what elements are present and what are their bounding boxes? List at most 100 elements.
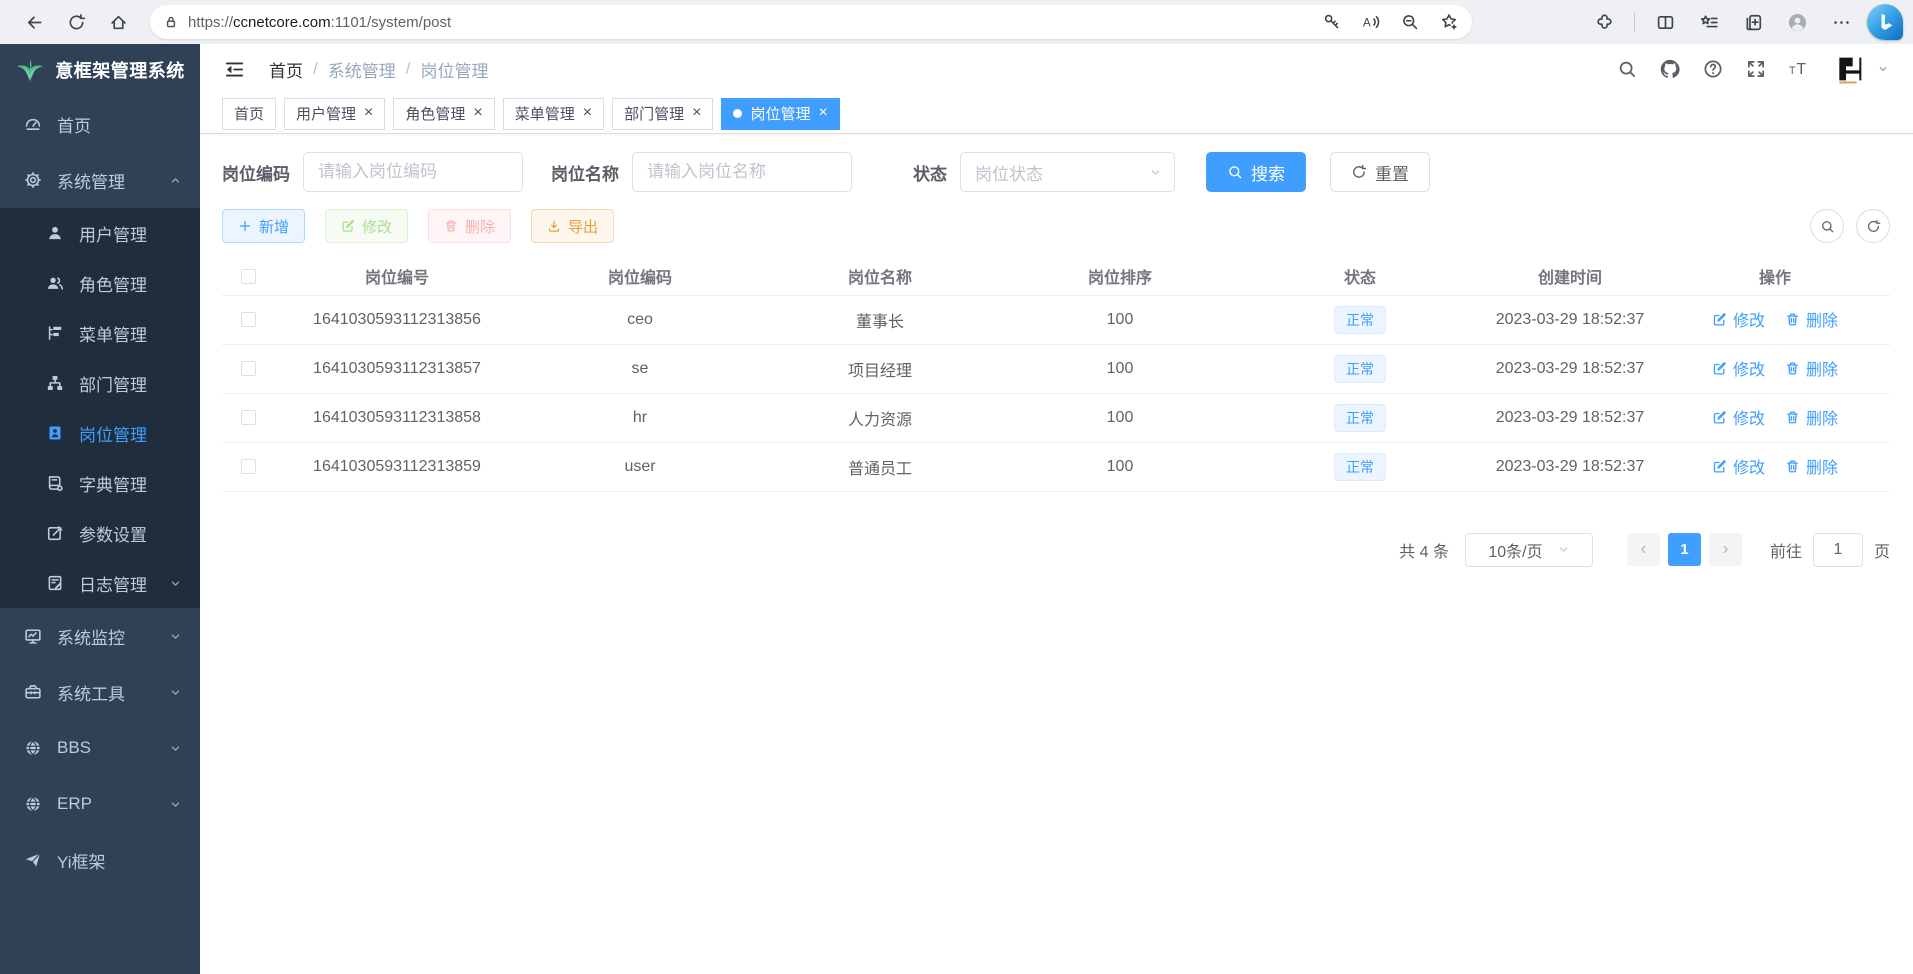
users-icon [46, 274, 64, 292]
sidebar-item-user-mgmt[interactable]: 用户管理 [0, 208, 200, 258]
sidebar-item-home[interactable]: 首页 [0, 96, 200, 152]
post-sort-cell: 100 [1000, 442, 1240, 491]
svg-text:A: A [1363, 15, 1371, 29]
globe-icon [24, 739, 42, 757]
app-logo: 意框架管理系统 [0, 44, 200, 96]
row-delete-button[interactable]: 删除 [1785, 356, 1838, 380]
row-checkbox[interactable] [241, 312, 256, 327]
row-edit-button[interactable]: 修改 [1712, 307, 1765, 331]
sidebar: 意框架管理系统 首页系统管理用户管理角色管理菜单管理部门管理岗位管理字典管理参数… [0, 44, 200, 974]
created-time-cell: 2023-03-29 18:52:37 [1480, 344, 1660, 393]
row-delete-button[interactable]: 删除 [1785, 307, 1838, 331]
row-checkbox[interactable] [241, 361, 256, 376]
chevron-left-icon [1637, 543, 1650, 556]
user-avatar-menu[interactable] [1832, 51, 1889, 87]
sidebar-item-system-mgmt[interactable]: 系统管理 [0, 152, 200, 208]
row-edit-button[interactable]: 修改 [1712, 405, 1765, 429]
row-checkbox[interactable] [241, 410, 256, 425]
browser-profile-avatar[interactable] [1779, 5, 1815, 39]
header-search-icon[interactable] [1617, 59, 1637, 79]
post-name-input[interactable] [632, 152, 852, 192]
prev-page-button[interactable] [1627, 533, 1660, 566]
export-button[interactable]: 导出 [531, 209, 614, 243]
sidebar-item-system-monitor[interactable]: 系统监控 [0, 608, 200, 664]
zoom-out-icon[interactable] [1395, 8, 1425, 36]
font-size-icon[interactable]: TT [1789, 59, 1809, 79]
sidebar-item-menu-mgmt[interactable]: 菜单管理 [0, 308, 200, 358]
close-tab-icon[interactable]: × [473, 105, 482, 121]
sidebar-item-role-mgmt[interactable]: 角色管理 [0, 258, 200, 308]
select-all-checkbox[interactable] [241, 269, 256, 284]
browser-settings-menu[interactable] [1823, 5, 1859, 39]
leaf-logo-icon [15, 57, 45, 83]
sidebar-item-yi-framework[interactable]: Yi框架 [0, 832, 200, 888]
row-delete-button[interactable]: 删除 [1785, 454, 1838, 478]
fullscreen-icon[interactable] [1746, 59, 1766, 79]
created-time-cell: 2023-03-29 18:52:37 [1480, 393, 1660, 442]
sidebar-item-label: 系统监控 [57, 624, 125, 649]
tab-home[interactable]: 首页 [222, 98, 276, 130]
search-button[interactable]: 搜索 [1206, 152, 1306, 192]
toolbar-divider [1634, 12, 1635, 32]
sidebar-item-erp[interactable]: ERP [0, 776, 200, 832]
sidebar-item-param-settings[interactable]: 参数设置 [0, 508, 200, 558]
page-number-button[interactable]: 1 [1668, 533, 1701, 566]
status-select[interactable]: 岗位状态 [960, 152, 1175, 192]
edit-button[interactable]: 修改 [325, 209, 408, 243]
next-page-button[interactable] [1709, 533, 1742, 566]
post-id-cell: 1641030593112313856 [274, 295, 520, 344]
extensions-icon[interactable] [1586, 5, 1622, 39]
tab-post-mgmt[interactable]: 岗位管理× [721, 98, 839, 130]
chevron-down-icon [169, 686, 182, 699]
browser-toolbar: https://ccnetcore.com:1101/system/post A [0, 0, 1913, 44]
sidebar-item-label: 首页 [57, 112, 91, 137]
github-icon[interactable] [1660, 59, 1680, 79]
browser-back-button[interactable] [16, 5, 52, 39]
sidebar-item-bbs[interactable]: BBS [0, 720, 200, 776]
row-delete-button[interactable]: 删除 [1785, 405, 1838, 429]
address-bar[interactable]: https://ccnetcore.com:1101/system/post A [150, 5, 1472, 39]
split-screen-icon[interactable] [1647, 5, 1683, 39]
sidebar-item-post-mgmt[interactable]: 岗位管理 [0, 408, 200, 458]
delete-button[interactable]: 删除 [428, 209, 511, 243]
collections-icon[interactable] [1735, 5, 1771, 39]
reset-button[interactable]: 重置 [1330, 152, 1430, 192]
browser-home-button[interactable] [100, 5, 136, 39]
close-tab-icon[interactable]: × [692, 105, 701, 121]
refresh-table-button[interactable] [1856, 209, 1890, 243]
read-aloud-icon[interactable]: A [1356, 8, 1386, 36]
tab-dept-mgmt[interactable]: 部门管理× [612, 98, 713, 130]
tab-role-mgmt[interactable]: 角色管理× [393, 98, 494, 130]
browser-refresh-button[interactable] [58, 5, 94, 39]
breadcrumb-separator: / [406, 59, 411, 79]
post-sort-cell: 100 [1000, 295, 1240, 344]
breadcrumb-item: 系统管理 [328, 57, 396, 82]
close-tab-icon[interactable]: × [818, 105, 827, 121]
sidebar-collapse-button[interactable] [224, 59, 245, 80]
favorites-icon[interactable] [1691, 5, 1727, 39]
lock-icon [163, 14, 179, 30]
help-icon[interactable] [1703, 59, 1723, 79]
sidebar-item-dict-mgmt[interactable]: 字典管理 [0, 458, 200, 508]
tab-user-mgmt[interactable]: 用户管理× [284, 98, 385, 130]
toggle-search-button[interactable] [1810, 209, 1844, 243]
close-tab-icon[interactable]: × [583, 105, 592, 121]
sidebar-item-system-tools[interactable]: 系统工具 [0, 664, 200, 720]
row-edit-button[interactable]: 修改 [1712, 454, 1765, 478]
page-size-select[interactable]: 10条/页 [1465, 533, 1593, 567]
tab-menu-mgmt[interactable]: 菜单管理× [503, 98, 604, 130]
post-code-input[interactable] [303, 152, 523, 192]
close-tab-icon[interactable]: × [364, 105, 373, 121]
sidebar-item-dept-mgmt[interactable]: 部门管理 [0, 358, 200, 408]
row-edit-button[interactable]: 修改 [1712, 356, 1765, 380]
password-key-icon[interactable] [1317, 8, 1347, 36]
breadcrumb-separator: / [313, 59, 318, 79]
add-favorite-icon[interactable] [1434, 8, 1464, 36]
sidebar-item-label: 用户管理 [79, 221, 147, 246]
row-checkbox[interactable] [241, 459, 256, 474]
goto-page-input[interactable] [1813, 533, 1863, 567]
add-button[interactable]: 新增 [222, 209, 305, 243]
bing-copilot-icon[interactable] [1867, 4, 1903, 40]
sidebar-item-log-mgmt[interactable]: 日志管理 [0, 558, 200, 608]
breadcrumb-item[interactable]: 首页 [269, 57, 303, 82]
